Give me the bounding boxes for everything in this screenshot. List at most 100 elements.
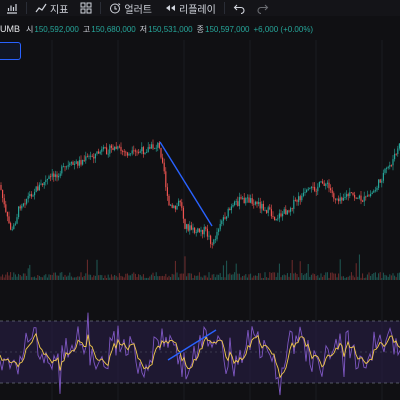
candle-body bbox=[131, 150, 133, 154]
candle-body bbox=[61, 166, 63, 174]
candle-body bbox=[197, 228, 199, 233]
volume-bar bbox=[384, 274, 386, 280]
volume-bar bbox=[62, 276, 64, 280]
candle-body bbox=[27, 195, 29, 199]
trendline-price-down[interactable] bbox=[159, 141, 213, 227]
candle-body bbox=[70, 162, 72, 164]
candle-body bbox=[293, 199, 295, 209]
candle-body bbox=[35, 186, 37, 192]
volume-bar bbox=[118, 273, 120, 280]
volume-bar bbox=[206, 277, 208, 280]
volume-bar bbox=[334, 273, 336, 280]
candle-body bbox=[37, 186, 39, 191]
candle-body bbox=[50, 176, 52, 178]
volume-bar bbox=[312, 273, 314, 280]
candle-body bbox=[18, 206, 20, 218]
candle-body bbox=[365, 196, 367, 198]
volume-bar bbox=[134, 273, 136, 280]
volume-bar bbox=[152, 272, 154, 280]
candle-body bbox=[379, 179, 381, 183]
volume-bar bbox=[190, 273, 192, 280]
candle-body bbox=[272, 216, 274, 217]
candle-body bbox=[358, 195, 360, 199]
candle-body bbox=[320, 181, 322, 183]
volume-bar bbox=[10, 272, 12, 280]
volume-bar bbox=[110, 274, 112, 280]
volume-bar bbox=[139, 274, 141, 280]
volume-bar bbox=[13, 272, 15, 280]
candle-body bbox=[139, 151, 141, 153]
volume-bar bbox=[125, 273, 127, 280]
candle-body bbox=[354, 194, 356, 198]
volume-bar bbox=[107, 274, 109, 280]
volume-bar bbox=[114, 275, 116, 280]
candle-body bbox=[85, 156, 87, 161]
candle-body bbox=[224, 217, 226, 219]
candle-body bbox=[384, 168, 386, 173]
candle-body bbox=[322, 181, 324, 184]
volume-bar bbox=[397, 273, 399, 280]
volume-bar bbox=[248, 274, 250, 280]
volume-bar bbox=[227, 274, 229, 280]
volume-bar bbox=[171, 273, 173, 280]
candle-body bbox=[138, 152, 140, 153]
volume-bar bbox=[310, 274, 312, 280]
candle-body bbox=[373, 190, 375, 193]
candle-body bbox=[270, 209, 272, 217]
candle-body bbox=[144, 152, 146, 155]
volume-bar bbox=[77, 276, 79, 280]
candle-body bbox=[194, 227, 196, 233]
candle-body bbox=[242, 197, 244, 199]
volume-bar bbox=[237, 273, 239, 280]
volume-bar bbox=[178, 277, 180, 280]
candle-body bbox=[397, 148, 399, 154]
volume-bar bbox=[203, 275, 205, 280]
candle-body bbox=[198, 228, 200, 232]
candle-body bbox=[98, 151, 100, 154]
volume-bar bbox=[376, 277, 378, 280]
volume-bar bbox=[262, 278, 264, 280]
price-chart[interactable] bbox=[0, 0, 400, 400]
candle-body bbox=[149, 147, 151, 149]
volume-bar bbox=[93, 275, 95, 280]
candle-body bbox=[350, 192, 352, 194]
volume-bar bbox=[277, 272, 279, 280]
candle-body bbox=[160, 147, 162, 158]
candle-body bbox=[230, 206, 232, 211]
volume-bar bbox=[230, 274, 232, 280]
volume-bar bbox=[245, 274, 247, 280]
candle-body bbox=[118, 146, 120, 148]
volume-bar bbox=[186, 276, 188, 280]
candle-body bbox=[331, 190, 333, 194]
volume-bar bbox=[365, 277, 367, 280]
candle-body bbox=[312, 186, 314, 188]
volume-bar bbox=[102, 278, 104, 280]
candle-body bbox=[78, 160, 80, 166]
volume-bar bbox=[326, 272, 328, 280]
candle-body bbox=[42, 183, 44, 185]
volume-bar bbox=[224, 277, 226, 280]
volume-bar bbox=[254, 275, 256, 280]
volume-bar bbox=[42, 277, 44, 280]
volume-bar bbox=[302, 275, 304, 280]
candle-body bbox=[386, 168, 388, 169]
candle-body bbox=[86, 156, 88, 158]
candle-body bbox=[24, 203, 26, 205]
volume-bar bbox=[246, 277, 248, 280]
volume-bar bbox=[229, 273, 231, 280]
volume-bar bbox=[314, 274, 316, 280]
volume-bar bbox=[272, 272, 274, 280]
candle-body bbox=[187, 224, 189, 231]
volume-bar bbox=[270, 272, 272, 280]
candle-body bbox=[301, 196, 303, 201]
candle-body bbox=[336, 198, 338, 200]
volume-bar bbox=[75, 277, 77, 280]
candle-body bbox=[171, 204, 173, 208]
volume-bar bbox=[269, 272, 271, 280]
volume-bar bbox=[285, 275, 287, 280]
candle-body bbox=[325, 183, 327, 186]
candle-body bbox=[370, 194, 372, 196]
candle-body bbox=[202, 230, 204, 235]
candle-body bbox=[128, 153, 130, 156]
volume-bar bbox=[336, 277, 338, 280]
